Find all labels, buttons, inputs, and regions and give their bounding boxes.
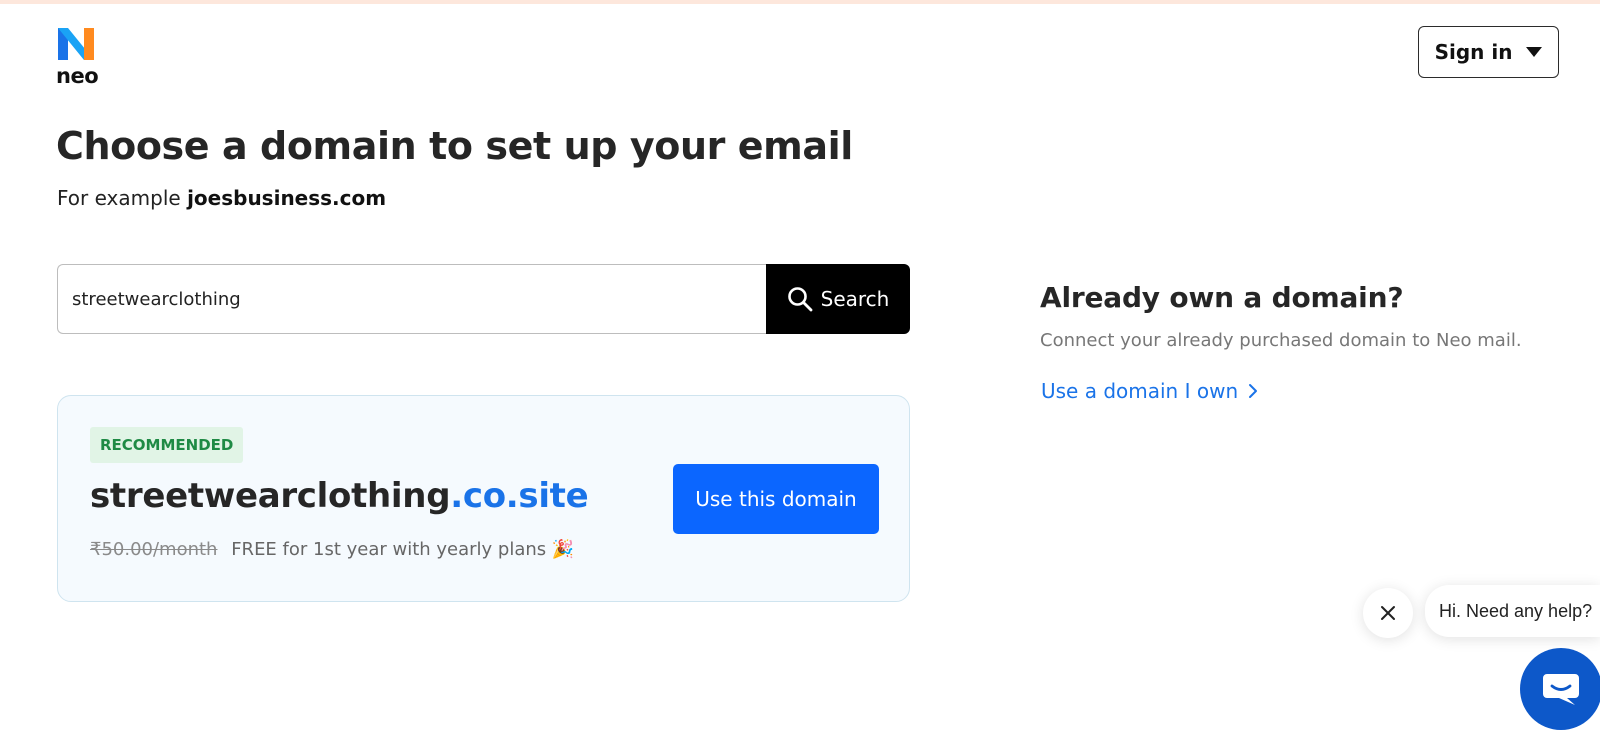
own-domain-link-label: Use a domain I own	[1041, 379, 1239, 403]
sign-in-button[interactable]: Sign in	[1418, 26, 1559, 78]
domain-search: Search	[57, 264, 910, 334]
use-own-domain-link[interactable]: Use a domain I own	[1041, 379, 1258, 403]
offer-text: FREE for 1st year with yearly plans 🎉	[231, 539, 575, 560]
example-domain: joesbusiness.com	[187, 186, 387, 210]
search-button[interactable]: Search	[766, 264, 910, 334]
chat-close-button[interactable]	[1363, 588, 1413, 638]
neo-logo[interactable]: neo	[56, 24, 116, 90]
chat-icon	[1543, 674, 1579, 705]
use-this-domain-button[interactable]: Use this domain	[673, 464, 879, 534]
old-price: ₹50.00/month	[90, 539, 218, 560]
chat-greeting-bubble[interactable]: Hi. Need any help?	[1425, 585, 1600, 637]
search-icon	[787, 287, 813, 312]
price-line: ₹50.00/month FREE for 1st year with year…	[90, 539, 574, 560]
page-title: Choose a domain to set up your email	[56, 124, 853, 168]
logo-wordmark: neo	[56, 64, 99, 88]
example-prefix: For example	[57, 186, 181, 210]
search-button-label: Search	[820, 287, 890, 311]
chevron-right-icon	[1249, 384, 1258, 398]
domain-tld-label: .co.site	[450, 476, 589, 516]
domain-search-input[interactable]	[57, 264, 766, 334]
close-icon	[1381, 606, 1395, 620]
domain-name-label: streetwearclothing	[90, 476, 451, 516]
own-domain-description: Connect your already purchased domain to…	[1040, 330, 1522, 351]
chat-greeting-text: Hi. Need any help?	[1439, 600, 1593, 621]
own-domain-title: Already own a domain?	[1040, 281, 1404, 314]
recommended-domain-card: RECOMMENDED streetwearclothing.co.site ₹…	[57, 395, 910, 602]
caret-down-icon	[1526, 47, 1543, 57]
neo-logo-icon	[58, 28, 94, 60]
sign-in-label: Sign in	[1434, 40, 1513, 64]
recommended-domain: streetwearclothing.co.site	[90, 476, 589, 516]
recommended-badge: RECOMMENDED	[90, 427, 244, 463]
example-text: For example joesbusiness.com	[57, 186, 386, 210]
chat-launcher-button[interactable]	[1520, 648, 1600, 730]
top-accent-bar	[0, 0, 1600, 4]
